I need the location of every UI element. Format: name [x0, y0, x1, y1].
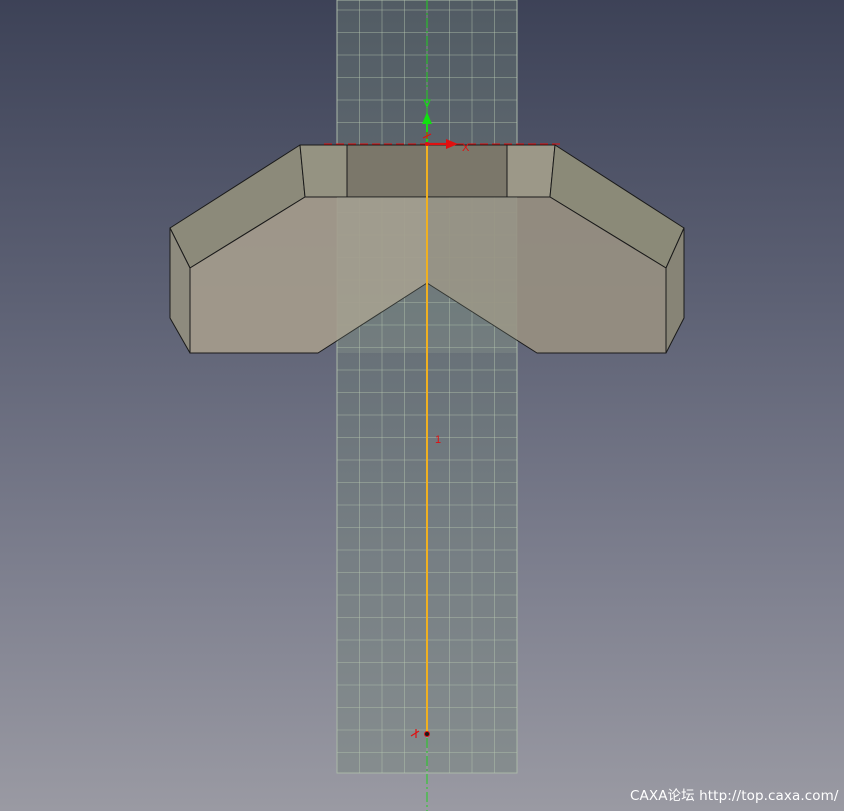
sketch-endpoint[interactable] — [424, 731, 430, 737]
solid-face-top-right — [506, 144, 556, 198]
x-axis-label: X — [462, 142, 470, 154]
solid-face-top-left — [299, 144, 348, 198]
origin-point[interactable] — [425, 142, 429, 146]
dimension-label[interactable]: 1 — [435, 434, 441, 446]
3d-viewport[interactable]: 1 X CAXA论坛 http://top.caxa.com/ — [0, 0, 844, 811]
scene-canvas[interactable]: 1 X — [0, 0, 844, 811]
watermark-text: CAXA论坛 http://top.caxa.com/ — [630, 788, 839, 804]
